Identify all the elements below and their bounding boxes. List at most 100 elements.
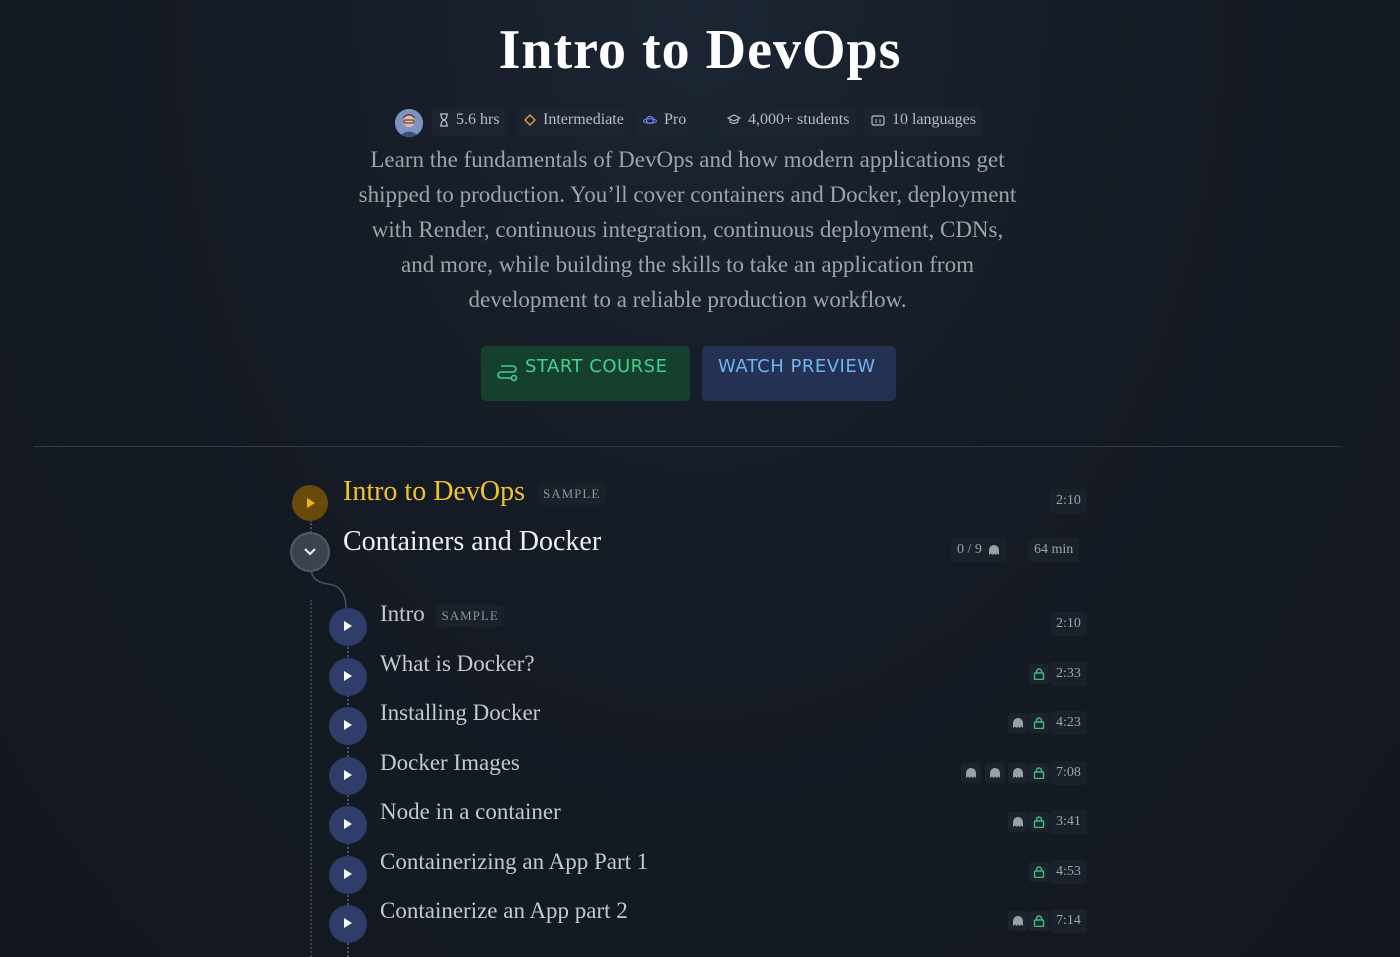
lock-icon	[1033, 668, 1045, 680]
course-title: Intro to DevOps	[498, 19, 902, 81]
captions-icon	[871, 115, 885, 126]
lesson-play-button[interactable]	[329, 707, 367, 745]
lesson-time: 4:23	[1050, 711, 1087, 735]
play-icon	[307, 498, 315, 508]
ghost-icon	[1013, 817, 1023, 827]
ghost-badge	[961, 763, 981, 783]
lock-icon	[1033, 866, 1045, 878]
lock-icon	[1033, 767, 1045, 779]
ghost-icon	[1013, 768, 1023, 778]
ghost-icon	[966, 768, 976, 778]
watch-preview-label: WATCH PREVIEW	[718, 356, 876, 377]
course-description: Learn the fundamentals of DevOps and how…	[358, 147, 1017, 312]
lesson-play-button[interactable]	[329, 658, 367, 696]
lesson-row[interactable]: Docker Images 7:08	[329, 750, 1089, 797]
play-icon	[344, 770, 352, 780]
languages-value: 10 languages	[892, 111, 976, 128]
lock-icon	[1033, 717, 1045, 729]
tier-chip: Pro	[636, 108, 694, 136]
section-divider	[34, 446, 1341, 447]
module-play-button[interactable]	[292, 485, 328, 521]
watch-preview-button[interactable]: WATCH PREVIEW	[702, 346, 896, 401]
lesson-play-button[interactable]	[329, 905, 367, 943]
ghost-badge	[1008, 812, 1028, 832]
planet-icon	[643, 116, 657, 125]
ghost-icon	[1013, 916, 1023, 926]
lesson-title[interactable]: Docker Images	[380, 750, 520, 776]
lesson-title[interactable]: Installing Docker	[380, 700, 540, 726]
lesson-title[interactable]: Containerizing an App Part 1	[380, 849, 648, 875]
duration-value: 5.6 hrs	[456, 111, 500, 128]
lesson-play-button[interactable]	[329, 856, 367, 894]
lesson-row[interactable]: Containerize an App part 2 7:14	[329, 898, 1089, 945]
module-title-text: Intro to DevOps	[343, 476, 525, 507]
lesson-time: 7:14	[1050, 909, 1087, 933]
play-icon	[344, 621, 352, 631]
diamond-icon	[524, 114, 536, 127]
level-chip: Intermediate	[517, 108, 631, 136]
students-value: 4,000+ students	[748, 111, 850, 128]
instructor-avatar[interactable]	[395, 109, 423, 137]
lesson-row[interactable]: What is Docker? 2:33	[329, 651, 1089, 698]
ghost-badge	[1008, 713, 1028, 733]
languages-chip: 10 languages	[864, 108, 983, 136]
lesson-title[interactable]: Intro SAMPLE	[380, 601, 504, 627]
lock-badge	[1029, 763, 1049, 783]
lesson-play-button[interactable]	[329, 806, 367, 844]
play-icon	[344, 819, 352, 829]
ghost-icon	[1013, 718, 1023, 728]
lesson-row[interactable]: Installing Docker 4:23	[329, 700, 1089, 747]
lesson-play-button[interactable]	[329, 757, 367, 795]
lesson-play-button[interactable]	[329, 608, 367, 646]
play-icon	[344, 671, 352, 681]
lesson-time: 7:08	[1050, 761, 1087, 785]
lesson-time: 4:53	[1050, 860, 1087, 884]
lock-badge	[1029, 812, 1049, 832]
ghost-icon	[990, 768, 1000, 778]
module-title-containers[interactable]: Containers and Docker	[343, 526, 601, 558]
lock-badge	[1029, 713, 1049, 733]
module-duration: 64 min	[1028, 538, 1080, 562]
start-course-label: START COURSE	[525, 356, 668, 377]
sample-badge: SAMPLE	[436, 604, 504, 627]
play-icon	[344, 869, 352, 879]
module-title-intro-devops[interactable]: Intro to DevOps SAMPLE	[343, 476, 606, 508]
lock-badge	[1029, 664, 1049, 684]
route-icon	[497, 365, 518, 382]
lesson-row[interactable]: Node in a container 3:41	[329, 799, 1089, 846]
tier-value: Pro	[664, 111, 687, 128]
module-progress: 0 / 9	[951, 538, 1007, 562]
lock-icon	[1033, 816, 1045, 828]
ghost-badge	[1008, 911, 1028, 931]
lock-icon	[1033, 915, 1045, 927]
chevron-down-icon	[304, 548, 316, 556]
module-collapse-toggle[interactable]	[290, 532, 330, 572]
play-icon	[344, 918, 352, 928]
module-rail-continued	[310, 600, 313, 957]
students-chip: 4,000+ students	[720, 108, 857, 136]
graduation-cap-icon	[727, 114, 741, 125]
lock-badge	[1029, 862, 1049, 882]
ghost-badge	[1008, 763, 1028, 783]
start-course-button[interactable]: START COURSE	[481, 346, 690, 401]
lesson-time: 2:33	[1050, 662, 1087, 686]
lesson-time: 2:10	[1050, 612, 1087, 636]
lock-badge	[1029, 911, 1049, 931]
ghost-icon	[989, 544, 1000, 555]
lesson-title[interactable]: Containerize an App part 2	[380, 898, 628, 924]
lesson-row[interactable]: Intro SAMPLE 2:10	[329, 601, 1089, 648]
lesson-time: 3:41	[1050, 810, 1087, 834]
lesson-connector	[310, 568, 347, 608]
lesson-title[interactable]: What is Docker?	[380, 651, 535, 677]
sample-badge: SAMPLE	[537, 482, 606, 505]
ghost-badge	[985, 763, 1005, 783]
lesson-title[interactable]: Node in a container	[380, 799, 561, 825]
duration-chip: 5.6 hrs	[432, 108, 507, 136]
module-progress-text: 0 / 9	[957, 542, 982, 557]
module-time: 2:10	[1050, 489, 1087, 513]
play-icon	[344, 720, 352, 730]
lesson-title-text: Intro	[380, 601, 425, 626]
hourglass-icon	[440, 113, 448, 127]
level-value: Intermediate	[543, 111, 624, 128]
lesson-row[interactable]: Containerizing an App Part 1 4:53	[329, 849, 1089, 896]
